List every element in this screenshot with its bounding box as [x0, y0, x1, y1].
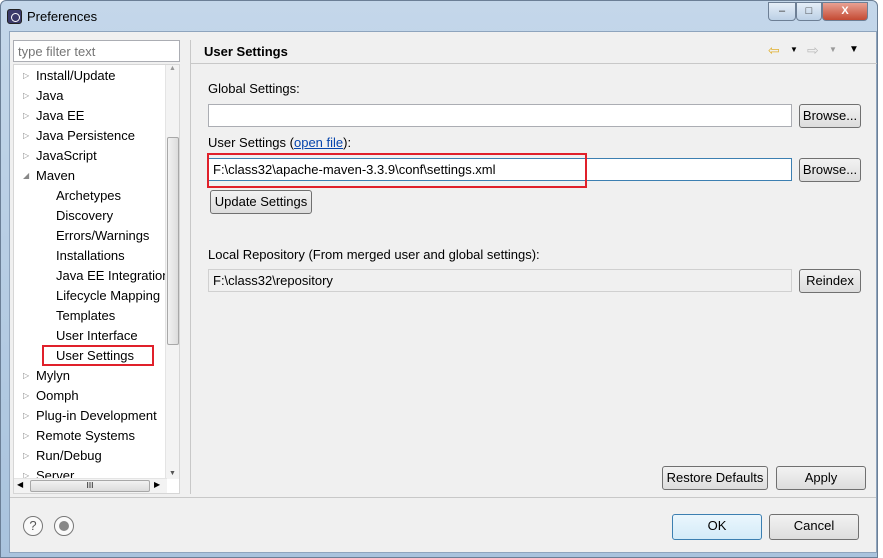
collapsed-arrow-icon[interactable]: ▷: [23, 66, 29, 86]
import-export-icon[interactable]: [54, 516, 74, 536]
open-file-link[interactable]: open file: [294, 135, 343, 150]
tree-item[interactable]: ▷ Remote Systems: [23, 426, 135, 446]
tree-item[interactable]: ▷ Oomph: [23, 386, 79, 406]
tree-item-label: Java: [36, 88, 64, 103]
eclipse-app-icon: [7, 9, 22, 24]
tree-item[interactable]: ◢ Maven: [23, 166, 76, 186]
apply-button[interactable]: Apply: [776, 466, 866, 490]
global-settings-input[interactable]: [208, 104, 792, 127]
page-title: User Settings: [204, 44, 288, 59]
tree-item[interactable]: Templates: [56, 306, 115, 326]
tree-item-label: Errors/Warnings: [56, 228, 150, 243]
tree-highlight-box: [42, 345, 154, 366]
user-settings-label-text: User Settings (: [208, 135, 294, 150]
tree-item-label: User Interface: [56, 328, 138, 343]
tree-item[interactable]: ▷ Plug-in Development: [23, 406, 157, 426]
tree-item-label: Java EE Integration: [56, 268, 170, 283]
tree-item-label: Installations: [56, 248, 125, 263]
tree-item-label: Run/Debug: [36, 448, 102, 463]
tree-item[interactable]: Lifecycle Mapping: [56, 286, 160, 306]
local-repository-field: F:\class32\repository: [208, 269, 792, 292]
tree-item[interactable]: Errors/Warnings: [56, 226, 149, 246]
tree-item[interactable]: ▷ Java EE: [23, 106, 85, 126]
help-icon[interactable]: ?: [23, 516, 43, 536]
dialog-client: ▷Server▷Run/Debug▷Remote Systems▷Plug-in…: [9, 31, 877, 553]
tree-item-label: Lifecycle Mapping: [56, 288, 161, 303]
tree-item[interactable]: User Interface: [56, 326, 138, 346]
tree-item-label: Discovery: [56, 208, 114, 223]
expanded-arrow-icon[interactable]: ◢: [23, 166, 29, 186]
minimize-button[interactable]: ‒: [768, 2, 796, 21]
user-settings-label-suffix: ):: [343, 135, 352, 150]
scroll-thumb[interactable]: [167, 137, 179, 345]
tree-item[interactable]: ▷ JavaScript: [23, 146, 97, 166]
close-button[interactable]: X: [822, 2, 868, 21]
preference-tree: ▷ Server ▷ Run/Debug ▷ Remote Systems ▷ Plug-in…: [13, 64, 180, 494]
tree-item[interactable]: ▷ Install/Update: [23, 66, 116, 86]
tree-item[interactable]: Archetypes: [56, 186, 121, 206]
hscroll-thumb[interactable]: III: [30, 480, 150, 492]
restore-defaults-button[interactable]: Restore Defaults: [662, 466, 768, 490]
forward-arrow-icon[interactable]: ⇨: [807, 42, 819, 59]
tree-item-label: Java EE: [36, 108, 85, 123]
user-settings-label: User Settings (open file):: [208, 135, 351, 150]
tree-item-label: Archetypes: [56, 188, 122, 203]
tree-item[interactable]: Java EE Integration: [56, 266, 169, 286]
input-highlight-box: [207, 153, 587, 188]
tree-vertical-scrollbar[interactable]: ▲ ▼: [165, 65, 179, 479]
back-menu-icon[interactable]: ▼: [790, 45, 798, 54]
collapsed-arrow-icon[interactable]: ▷: [23, 126, 29, 146]
back-arrow-icon[interactable]: ⇦: [768, 42, 780, 59]
scroll-up-icon[interactable]: ▲: [169, 65, 176, 72]
scroll-down-icon[interactable]: ▼: [169, 470, 176, 477]
tree-item[interactable]: ▷ Mylyn: [23, 366, 70, 386]
tree-item-label: Templates: [56, 308, 116, 323]
tree-item-label: Plug-in Development: [36, 408, 157, 423]
tree-item-label: Remote Systems: [36, 428, 135, 443]
tree-item-label: Java Persistence: [36, 128, 135, 143]
tree-item-label: Install/Update: [36, 68, 116, 83]
tree-horizontal-scrollbar[interactable]: ◀ III ▶: [14, 478, 167, 493]
preferences-window: Preferences ‒ □ X ▷Server▷Run/Debug▷Remo…: [0, 0, 878, 558]
window-title: Preferences: [27, 9, 98, 24]
local-repository-label: Local Repository (From merged user and g…: [208, 247, 540, 262]
global-settings-label: Global Settings:: [208, 81, 300, 96]
collapsed-arrow-icon[interactable]: ▷: [23, 146, 29, 166]
reindex-button[interactable]: Reindex: [799, 269, 861, 293]
scroll-right-icon[interactable]: ▶: [154, 480, 160, 489]
tree-item-label: Oomph: [36, 388, 79, 403]
record-dot-icon: [59, 521, 69, 531]
tree-item[interactable]: Discovery: [56, 206, 113, 226]
scroll-left-icon[interactable]: ◀: [17, 480, 23, 489]
view-menu-icon[interactable]: ▼: [849, 44, 859, 55]
global-browse-button[interactable]: Browse...: [799, 104, 861, 128]
collapsed-arrow-icon[interactable]: ▷: [23, 106, 29, 126]
ok-button[interactable]: OK: [672, 514, 762, 540]
collapsed-arrow-icon[interactable]: ▷: [23, 446, 29, 466]
forward-menu-icon[interactable]: ▼: [829, 45, 837, 54]
tree-item[interactable]: ▷ Java Persistence: [23, 126, 135, 146]
collapsed-arrow-icon[interactable]: ▷: [23, 386, 29, 406]
collapsed-arrow-icon[interactable]: ▷: [23, 366, 29, 386]
header-separator: [191, 63, 877, 64]
maximize-button[interactable]: □: [796, 2, 822, 21]
collapsed-arrow-icon[interactable]: ▷: [23, 86, 29, 106]
footer-separator: [10, 497, 876, 498]
tree-item-label: Maven: [36, 168, 76, 183]
collapsed-arrow-icon[interactable]: ▷: [23, 426, 29, 446]
tree-item-label: JavaScript: [36, 148, 97, 163]
tree-item[interactable]: ▷ Java: [23, 86, 64, 106]
user-browse-button[interactable]: Browse...: [799, 158, 861, 182]
collapsed-arrow-icon[interactable]: ▷: [23, 406, 29, 426]
update-settings-button[interactable]: Update Settings: [210, 190, 312, 214]
filter-input[interactable]: [13, 40, 180, 62]
tree-item-label: Mylyn: [36, 368, 70, 383]
cancel-button[interactable]: Cancel: [769, 514, 859, 540]
sash-divider[interactable]: [190, 40, 191, 494]
tree-item[interactable]: ▷ Run/Debug: [23, 446, 102, 466]
tree-item[interactable]: Installations: [56, 246, 125, 266]
